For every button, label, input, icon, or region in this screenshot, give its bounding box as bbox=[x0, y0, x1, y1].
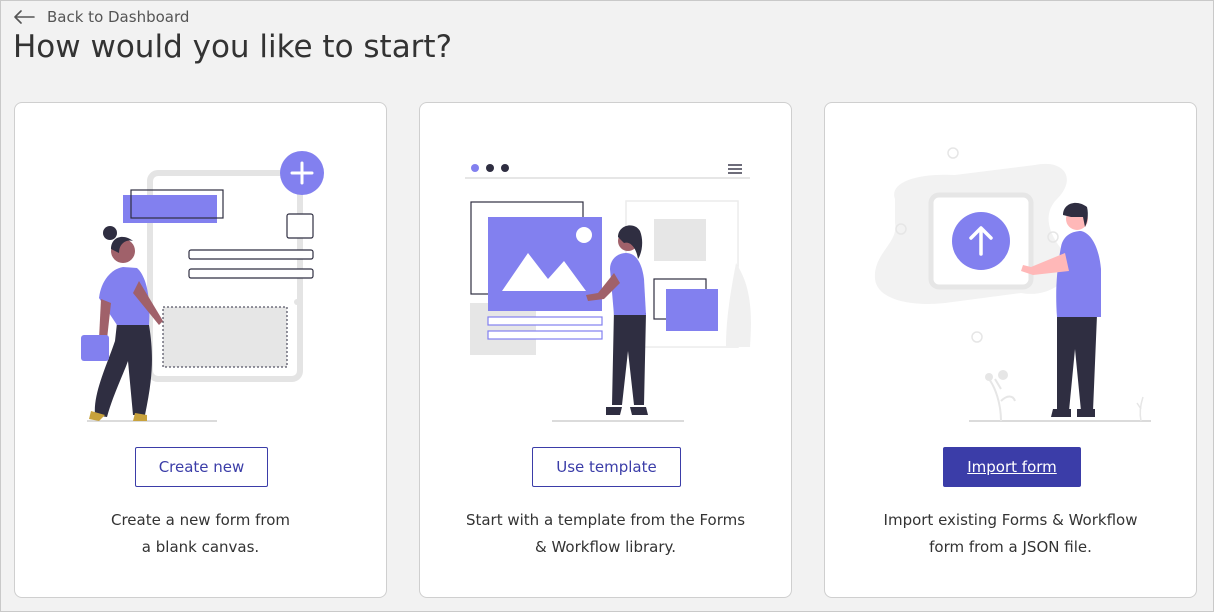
import-form-button[interactable]: Import form bbox=[943, 447, 1081, 487]
import-form-description-line-1: Import existing Forms & Workflow bbox=[883, 511, 1138, 529]
create-new-button[interactable]: Create new bbox=[135, 447, 268, 487]
arrow-left-icon bbox=[14, 10, 35, 24]
import-form-description-line-2: form from a JSON file. bbox=[929, 538, 1092, 556]
use-template-description-line-1: Start with a template from the Forms bbox=[465, 511, 746, 529]
import-illustration bbox=[874, 147, 1151, 422]
import-form-description: Import existing Forms & Workflow form fr… bbox=[855, 507, 1166, 561]
option-card-create-new: Create new Create a new form from a blan… bbox=[14, 102, 387, 598]
create-new-description-line-1: Create a new form from bbox=[111, 511, 290, 529]
back-to-dashboard-link[interactable]: Back to Dashboard bbox=[13, 8, 189, 26]
menu-icon bbox=[728, 164, 742, 174]
use-template-description: Start with a template from the Forms & W… bbox=[450, 507, 761, 561]
option-card-use-template: Use template Start with a template from … bbox=[419, 102, 792, 598]
use-template-button[interactable]: Use template bbox=[532, 447, 681, 487]
page-title: How would you like to start? bbox=[13, 29, 453, 65]
option-card-import-form: Import form Import existing Forms & Work… bbox=[824, 102, 1197, 598]
create-new-description-line-2: a blank canvas. bbox=[141, 538, 260, 556]
template-illustration bbox=[465, 164, 752, 422]
back-link-label: Back to Dashboard bbox=[47, 8, 190, 26]
create-form-illustration bbox=[81, 151, 324, 422]
create-new-description: Create a new form from a blank canvas. bbox=[45, 507, 356, 561]
use-template-description-line-2: & Workflow library. bbox=[535, 538, 676, 556]
